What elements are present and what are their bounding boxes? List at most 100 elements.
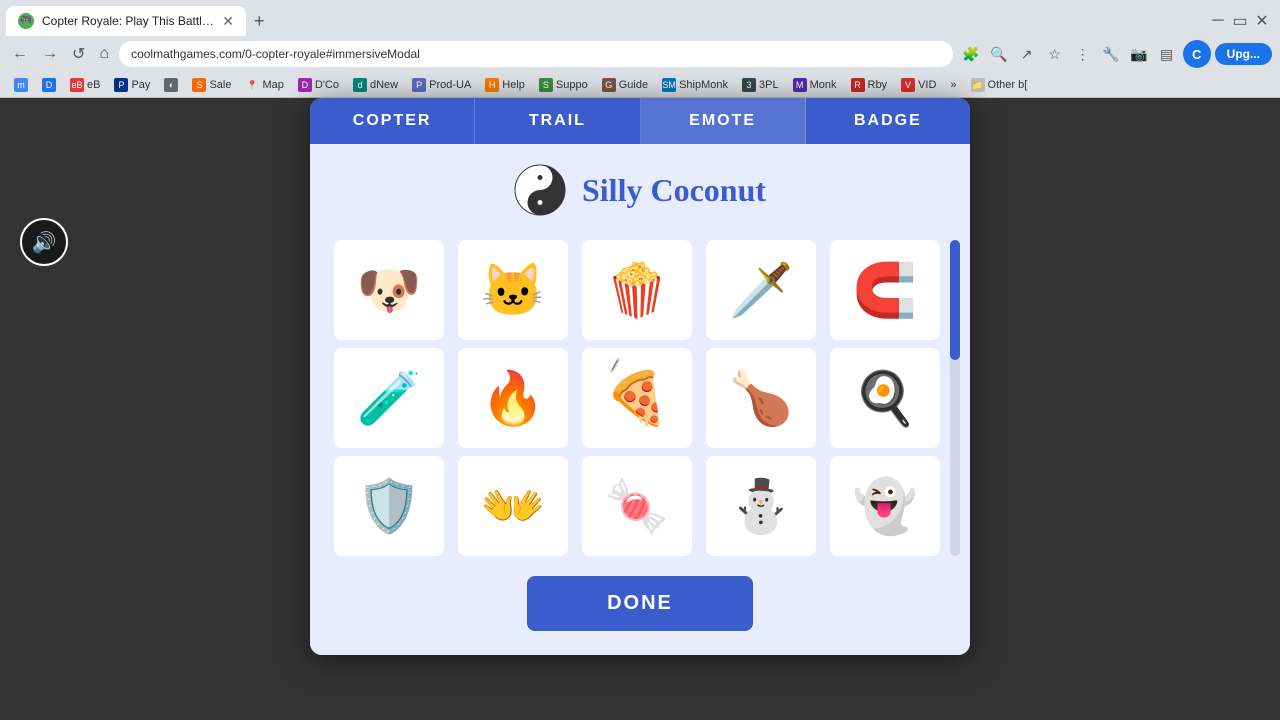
emote-clapping[interactable]: 👐 <box>458 456 568 556</box>
screenshot-icon[interactable]: 📷 <box>1127 42 1151 66</box>
bookmark-icon-shipmonk: SM <box>662 78 676 92</box>
bookmarks-bar: m D eB eB P Pay ◐ S Sale 📍 Map D D'Co d <box>0 72 1280 98</box>
emote-shield[interactable]: 🛡️ <box>334 456 444 556</box>
bookmark-label-eb: eB <box>87 79 100 91</box>
bookmark-d[interactable]: D <box>36 76 62 94</box>
bookmark-icon[interactable]: ☆ <box>1043 42 1067 66</box>
bookmark-more[interactable]: » <box>944 77 962 93</box>
bookmark-m[interactable]: m <box>8 76 34 94</box>
emote-cat[interactable]: 🐱 <box>458 240 568 340</box>
scrollbar-thumb[interactable] <box>950 240 960 360</box>
emote-egg[interactable]: 🍳 <box>830 348 940 448</box>
close-button[interactable]: ✕ <box>1252 11 1272 31</box>
more-options-icon[interactable]: ⋮ <box>1071 42 1095 66</box>
bookmark-icon-3pl: 3 <box>742 78 756 92</box>
bookmark-eb[interactable]: eB eB <box>64 76 106 94</box>
bookmark-vid[interactable]: V VID <box>895 76 942 94</box>
bookmark-icon-dco: D <box>298 78 312 92</box>
bookmark-guide[interactable]: G Guide <box>596 76 654 94</box>
game-area: 🔊 COPTER TRAIL EMOTE BADGE <box>0 98 1280 720</box>
active-tab[interactable]: 🎮 Copter Royale: Play This Battle R... ✕ <box>6 6 246 36</box>
home-button[interactable]: ⌂ <box>95 43 113 65</box>
yin-yang-icon <box>514 164 566 216</box>
sound-button[interactable]: 🔊 <box>20 218 68 266</box>
bookmark-other[interactable]: 📁 Other b[ <box>965 76 1034 94</box>
emote-candy[interactable]: 🍬 <box>582 456 692 556</box>
bookmark-icon-pay: P <box>114 78 128 92</box>
minimize-button[interactable]: ─ <box>1208 11 1228 31</box>
emote-pizza[interactable]: 🍕 <box>582 348 692 448</box>
address-bar[interactable] <box>119 41 953 67</box>
zoom-icon[interactable]: 🔍 <box>987 42 1011 66</box>
bookmark-label-dnew: dNew <box>370 79 398 91</box>
bookmark-produa[interactable]: P Prod-UA <box>406 76 477 94</box>
share-icon[interactable]: ↗ <box>1015 42 1039 66</box>
user-header: Silly Coconut <box>334 164 946 216</box>
bookmark-map[interactable]: 📍 Map <box>239 76 289 94</box>
extensions-icon[interactable]: 🧩 <box>959 42 983 66</box>
bookmark-icon-dnew: d <box>353 78 367 92</box>
emote-ghost[interactable]: 👻 <box>830 456 940 556</box>
bookmark-dnew[interactable]: d dNew <box>347 76 404 94</box>
window-controls: ─ ▭ ✕ <box>1208 11 1280 31</box>
bookmark-label-vid: VID <box>918 79 936 91</box>
game-modal: COPTER TRAIL EMOTE BADGE <box>310 98 970 655</box>
bookmark-label-3pl: 3PL <box>759 79 779 91</box>
done-button[interactable]: DONE <box>527 576 753 631</box>
bookmark-icon-help: H <box>485 78 499 92</box>
bookmark-icon-m: m <box>14 78 28 92</box>
bookmark-icon-suppo: S <box>539 78 553 92</box>
bookmark-monk[interactable]: M Monk <box>787 76 843 94</box>
bookmark-icon-guide: G <box>602 78 616 92</box>
emote-horseshoe[interactable]: 🧲 <box>830 240 940 340</box>
bookmark-suppo[interactable]: S Suppo <box>533 76 594 94</box>
emote-potion[interactable]: 🧪 <box>334 348 444 448</box>
tab-emote[interactable]: EMOTE <box>641 98 806 144</box>
emote-snowman[interactable]: ⛄ <box>706 456 816 556</box>
scrollbar[interactable] <box>950 240 960 556</box>
tab-close-button[interactable]: ✕ <box>222 13 234 30</box>
bookmark-icon-circle: ◐ <box>164 78 178 92</box>
bookmark-help[interactable]: H Help <box>479 76 531 94</box>
bookmark-label-help: Help <box>502 79 525 91</box>
bookmark-icon-d: D <box>42 78 56 92</box>
back-button[interactable]: ← <box>8 43 32 65</box>
bookmark-icon-vid: V <box>901 78 915 92</box>
emote-dog[interactable]: 🐶 <box>334 240 444 340</box>
bookmark-label-other: Other b[ <box>988 79 1028 91</box>
bookmark-label-shipmonk: ShipMonk <box>679 79 728 91</box>
bookmark-label-dco: D'Co <box>315 79 339 91</box>
bookmark-icon-rby: R <box>851 78 865 92</box>
forward-button[interactable]: → <box>38 43 62 65</box>
bookmark-circle[interactable]: ◐ <box>158 76 184 94</box>
emote-drumstick[interactable]: 🍗 <box>706 348 816 448</box>
bookmark-icon-produa: P <box>412 78 426 92</box>
emote-campfire[interactable]: 🔥 <box>458 348 568 448</box>
maximize-button[interactable]: ▭ <box>1230 11 1250 31</box>
tab-favicon: 🎮 <box>18 13 34 29</box>
bookmark-label-map: Map <box>262 79 283 91</box>
bookmark-icon-other: 📁 <box>971 78 985 92</box>
tab-trail[interactable]: TRAIL <box>475 98 640 144</box>
refresh-button[interactable]: ↺ <box>68 42 89 66</box>
tab-copter[interactable]: COPTER <box>310 98 475 144</box>
tab-badge[interactable]: BADGE <box>806 98 970 144</box>
bookmark-sale[interactable]: S Sale <box>186 76 237 94</box>
profile-button[interactable]: C <box>1183 40 1211 68</box>
sidebar-icon[interactable]: ▤ <box>1155 42 1179 66</box>
emote-sword[interactable]: 🗡️ <box>706 240 816 340</box>
bookmark-3pl[interactable]: 3 3PL <box>736 76 785 94</box>
username: Silly Coconut <box>582 172 766 209</box>
emote-grid-container: 🐶 🐱 🍿 🗡️ 🧲 🧪 🔥 🍕 🍗 🍳 🛡️ 👐 🍬 ⛄ 👻 <box>334 240 946 556</box>
bookmark-pay[interactable]: P Pay <box>108 76 156 94</box>
bookmark-label-suppo: Suppo <box>556 79 588 91</box>
bookmark-dco[interactable]: D D'Co <box>292 76 345 94</box>
upgrade-button[interactable]: Upg... <box>1215 43 1272 65</box>
emote-popcorn[interactable]: 🍿 <box>582 240 692 340</box>
bookmark-shipmonk[interactable]: SM ShipMonk <box>656 76 734 94</box>
bookmark-rby[interactable]: R Rby <box>845 76 894 94</box>
extensions-mgr-icon[interactable]: 🔧 <box>1099 42 1123 66</box>
browser-chrome: 🎮 Copter Royale: Play This Battle R... ✕… <box>0 0 1280 98</box>
bookmark-label-sale: Sale <box>209 79 231 91</box>
new-tab-button[interactable]: + <box>246 11 273 32</box>
